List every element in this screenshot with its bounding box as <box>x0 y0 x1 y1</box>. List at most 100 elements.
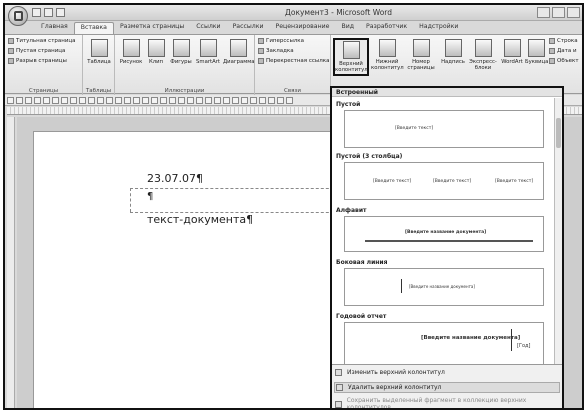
illustrations-group: Рисунок Клип Фигуры SmartArt Диаграмма И… <box>115 35 255 95</box>
toolbar-tool-icon[interactable] <box>268 96 275 104</box>
shapes-button[interactable]: Фигуры <box>169 39 193 65</box>
object-button[interactable]: Объект <box>549 58 579 64</box>
template-title-blank-3col: Пустой (3 столбца) <box>336 153 403 160</box>
toolbar-tool-icon[interactable] <box>142 96 149 104</box>
signature-line-button[interactable]: Строка <box>549 38 578 44</box>
maximize-button[interactable] <box>552 7 565 18</box>
minimize-button[interactable] <box>537 7 550 18</box>
signature-line-icon <box>549 38 555 44</box>
template-vertical-line <box>511 329 512 351</box>
toolbar-tool-icon[interactable] <box>124 96 131 104</box>
toolbar-tool-icon[interactable] <box>79 96 86 104</box>
toolbar-tool-icon[interactable] <box>187 96 194 104</box>
toolbar-tool-icon[interactable] <box>34 96 41 104</box>
redo-icon[interactable] <box>56 8 65 17</box>
toolbar-tool-icon[interactable] <box>70 96 77 104</box>
toolbar-tool-icon[interactable] <box>259 96 266 104</box>
page-number-icon <box>412 39 430 57</box>
vertical-ruler[interactable] <box>7 117 15 408</box>
toolbar-tool-icon[interactable] <box>178 96 185 104</box>
toolbar-tool-icon[interactable] <box>43 96 50 104</box>
tab-developer[interactable]: Разработчик <box>360 22 413 34</box>
quick-parts-button[interactable]: Экспресс-блоки <box>467 39 499 71</box>
toolbar-tool-icon[interactable] <box>232 96 239 104</box>
date-time-button[interactable]: Дата и <box>549 48 577 54</box>
undo-icon[interactable] <box>44 8 53 17</box>
template-year-placeholder: [Год] <box>517 343 531 349</box>
tab-view[interactable]: Вид <box>335 22 360 34</box>
toolbar-tool-icon[interactable] <box>205 96 212 104</box>
toolbar-tool-icon[interactable] <box>7 96 14 104</box>
gallery-scrollbar[interactable] <box>554 98 562 366</box>
cross-reference-icon <box>258 58 264 64</box>
gallery-scroll-thumb[interactable] <box>556 118 561 148</box>
header-gallery-dropdown: Встроенный Пустой [Введите текст] Пустой… <box>330 86 564 408</box>
clipart-button[interactable]: Клип <box>145 39 167 65</box>
save-selection-to-gallery-item[interactable]: Сохранить выделенный фрагмент в коллекци… <box>335 397 562 408</box>
quick-access-toolbar <box>32 8 65 17</box>
blank-page-button[interactable]: Пустая страница <box>8 48 65 54</box>
textbox-button[interactable]: Надпись <box>441 39 465 65</box>
edit-header-item[interactable]: Изменить верхний колонтитул <box>335 369 445 376</box>
toolbar-tool-icon[interactable] <box>25 96 32 104</box>
smartart-button[interactable]: SmartArt <box>195 39 221 65</box>
toolbar-tool-icon[interactable] <box>115 96 122 104</box>
cross-reference-button[interactable]: Перекрестная ссылка <box>258 58 329 64</box>
save-icon[interactable] <box>32 8 41 17</box>
toolbar-tool-icon[interactable] <box>88 96 95 104</box>
edit-header-icon <box>335 369 342 376</box>
tab-review[interactable]: Рецензирование <box>270 22 336 34</box>
toolbar-tool-icon[interactable] <box>196 96 203 104</box>
bookmark-button[interactable]: Закладка <box>258 48 294 54</box>
page-break-icon <box>8 58 14 64</box>
toolbar-tool-icon[interactable] <box>214 96 221 104</box>
tab-page-layout[interactable]: Разметка страницы <box>114 22 190 34</box>
close-button[interactable] <box>567 7 580 18</box>
template-annual[interactable]: [Введите название документа] [Год] <box>344 322 544 366</box>
hyperlink-button[interactable]: Гиперссылка <box>258 38 304 44</box>
page-number-button[interactable]: Номер страницы <box>405 39 437 71</box>
header-date-text[interactable]: 23.07.07¶ <box>147 172 203 185</box>
cover-page-button[interactable]: Титульная страница <box>8 38 76 44</box>
header-empty-paragraph[interactable]: ¶ <box>147 191 153 202</box>
date-time-icon <box>549 48 555 54</box>
toolbar-tool-icon[interactable] <box>61 96 68 104</box>
template-sideline[interactable]: [Введите название документа] <box>344 268 544 306</box>
tab-insert[interactable]: Вставка <box>73 22 114 34</box>
toolbar-tool-icon[interactable] <box>52 96 59 104</box>
header-button[interactable]: Верхний колонтитул <box>333 38 369 76</box>
dropcap-icon <box>527 39 545 57</box>
template-placeholder: [Введите текст] <box>433 179 472 184</box>
toolbar-tool-icon[interactable] <box>106 96 113 104</box>
wordart-button[interactable]: WordArt <box>501 39 523 65</box>
tab-addins[interactable]: Надстройки <box>413 22 464 34</box>
template-alphabet[interactable]: [Введите название документа] <box>344 216 544 252</box>
toolbar-tool-icon[interactable] <box>133 96 140 104</box>
template-blank-3col[interactable]: [Введите текст] [Введите текст] [Введите… <box>344 162 544 200</box>
tab-references[interactable]: Ссылки <box>190 22 226 34</box>
toolbar-tool-icon[interactable] <box>241 96 248 104</box>
chart-button[interactable]: Диаграмма <box>223 39 254 65</box>
wordart-icon <box>503 39 521 57</box>
footer-button[interactable]: Нижний колонтитул <box>371 39 404 71</box>
toolbar-tool-icon[interactable] <box>97 96 104 104</box>
office-button[interactable] <box>8 6 28 26</box>
picture-button[interactable]: Рисунок <box>119 39 143 65</box>
template-blank[interactable]: [Введите текст] <box>344 110 544 148</box>
toolbar-tool-icon[interactable] <box>286 96 293 104</box>
toolbar-tool-icon[interactable] <box>223 96 230 104</box>
toolbar-tool-icon[interactable] <box>250 96 257 104</box>
toolbar-tool-icon[interactable] <box>169 96 176 104</box>
tab-mailings[interactable]: Рассылки <box>227 22 270 34</box>
body-text[interactable]: текст-документа¶ <box>147 213 253 226</box>
dropcap-button[interactable]: Буквица <box>525 39 548 65</box>
tab-home[interactable]: Главная <box>35 22 74 34</box>
page-break-button[interactable]: Разрыв страницы <box>8 58 67 64</box>
pages-group-label: Страницы <box>28 88 59 94</box>
toolbar-tool-icon[interactable] <box>16 96 23 104</box>
toolbar-tool-icon[interactable] <box>151 96 158 104</box>
table-button[interactable]: Таблица <box>86 39 112 65</box>
toolbar-tool-icon[interactable] <box>277 96 284 104</box>
remove-header-item[interactable]: Удалить верхний колонтитул <box>334 382 560 393</box>
toolbar-tool-icon[interactable] <box>160 96 167 104</box>
